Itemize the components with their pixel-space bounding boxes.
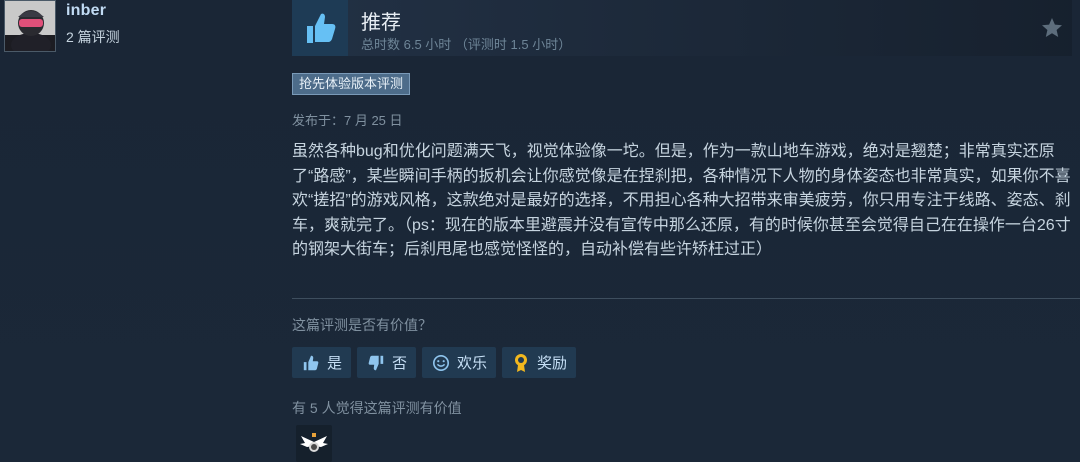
vote-no-button[interactable]: 否 — [357, 347, 417, 378]
award-medal-icon — [511, 353, 531, 373]
vote-funny-button[interactable]: 欢乐 — [422, 347, 497, 378]
star-icon[interactable] — [1040, 16, 1064, 40]
posted-date: 发布于：7 月 25 日 — [292, 113, 403, 128]
vote-yes-button[interactable]: 是 — [292, 347, 352, 378]
award-button[interactable]: 奖励 — [502, 347, 577, 378]
reviewer-review-count[interactable]: 2 篇评测 — [66, 27, 120, 47]
helpful-question: 这篇评测是否有价值？ — [292, 317, 432, 333]
thumbs-down-icon — [366, 353, 386, 373]
review-verdict: 推荐 — [361, 12, 401, 34]
hours-played: 总时数 6.5 小时 （评测时 1.5 小时） — [361, 37, 572, 52]
vote-no-label: 否 — [392, 355, 408, 372]
winged-award-icon[interactable] — [296, 425, 332, 462]
reviewer-block: inber 2 篇评测 — [4, 0, 264, 52]
award-label: 奖励 — [537, 355, 568, 372]
avatar[interactable] — [4, 0, 56, 52]
smiley-icon — [431, 353, 451, 373]
vote-funny-label: 欢乐 — [457, 355, 488, 372]
review-header: 推荐 总时数 6.5 小时 （评测时 1.5 小时） — [292, 0, 1072, 56]
helpful-count: 有 5 人觉得这篇评测有价值 — [292, 400, 462, 416]
thumbs-up-icon — [301, 353, 321, 373]
reviewer-name[interactable]: inber — [66, 2, 106, 20]
review-body: 虽然各种bug和优化问题满天飞，视觉体验像一坨。但是，作为一款山地车游戏，绝对是… — [292, 143, 1071, 259]
vote-yes-label: 是 — [327, 355, 343, 372]
vote-buttons: 是 否 欢乐 奖励 — [292, 347, 577, 378]
divider — [292, 298, 1080, 299]
thumbs-up-icon — [292, 0, 348, 56]
early-access-badge: 抢先体验版本评测 — [292, 73, 411, 95]
